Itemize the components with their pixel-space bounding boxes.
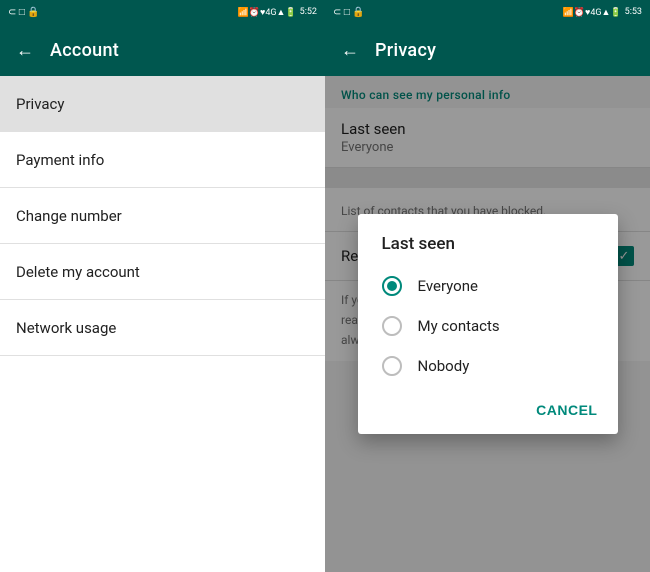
left-toolbar-title: Account (50, 40, 119, 61)
left-status-bar: ⊂ □ 🔒 📶⏰♥4G▲🔋 5:52 (0, 0, 325, 24)
right-status-time: 5:53 (625, 7, 642, 17)
left-status-icons: ⊂ □ 🔒 (8, 7, 40, 18)
left-status-right: 📶⏰♥4G▲🔋 5:52 (238, 7, 317, 18)
radio-option-my-contacts[interactable]: My contacts (358, 306, 618, 346)
right-toolbar-title: Privacy (375, 40, 436, 61)
right-back-button[interactable]: ← (341, 40, 359, 61)
menu-item-change-number[interactable]: Change number (0, 188, 325, 244)
menu-item-delete-account[interactable]: Delete my account (0, 244, 325, 300)
radio-everyone-label: Everyone (418, 277, 478, 295)
menu-item-payment-label: Payment info (16, 151, 104, 169)
dialog-actions: CANCEL (358, 386, 618, 434)
menu-item-change-number-label: Change number (16, 207, 122, 225)
dialog-title: Last seen (358, 214, 618, 266)
radio-my-contacts-label: My contacts (418, 317, 500, 335)
privacy-content: Who can see my personal info Last seen E… (325, 76, 650, 572)
right-status-bar: ⊂ □ 🔒 📶⏰♥4G▲🔋 5:53 (325, 0, 650, 24)
menu-item-network-usage-label: Network usage (16, 319, 116, 337)
right-status-network: 📶⏰♥4G▲🔋 (563, 7, 622, 18)
right-status-icons: ⊂ □ 🔒 (333, 7, 365, 18)
menu-item-privacy-label: Privacy (16, 95, 64, 113)
left-status-time: 5:52 (300, 7, 317, 17)
right-toolbar: ← Privacy (325, 24, 650, 76)
radio-nobody-label: Nobody (418, 357, 470, 375)
left-panel: ⊂ □ 🔒 📶⏰♥4G▲🔋 5:52 ← Account Privacy Pay… (0, 0, 325, 572)
menu-item-privacy[interactable]: Privacy (0, 76, 325, 132)
radio-everyone-inner (387, 281, 397, 291)
radio-option-nobody[interactable]: Nobody (358, 346, 618, 386)
right-status-right: 📶⏰♥4G▲🔋 5:53 (563, 7, 642, 18)
cancel-button[interactable]: CANCEL (524, 394, 609, 426)
radio-everyone-circle[interactable] (382, 276, 402, 296)
account-menu-list: Privacy Payment info Change number Delet… (0, 76, 325, 572)
left-status-left: ⊂ □ 🔒 (8, 7, 40, 18)
left-toolbar: ← Account (0, 24, 325, 76)
radio-option-everyone[interactable]: Everyone (358, 266, 618, 306)
last-seen-dialog: Last seen Everyone My contacts Nobody (358, 214, 618, 434)
menu-item-network-usage[interactable]: Network usage (0, 300, 325, 356)
right-status-left: ⊂ □ 🔒 (333, 7, 365, 18)
radio-my-contacts-circle[interactable] (382, 316, 402, 336)
menu-item-delete-account-label: Delete my account (16, 263, 140, 281)
radio-nobody-circle[interactable] (382, 356, 402, 376)
left-status-network: 📶⏰♥4G▲🔋 (238, 7, 297, 18)
menu-item-payment[interactable]: Payment info (0, 132, 325, 188)
dialog-overlay: Last seen Everyone My contacts Nobody (325, 76, 650, 572)
left-back-button[interactable]: ← (16, 40, 34, 61)
right-panel: ⊂ □ 🔒 📶⏰♥4G▲🔋 5:53 ← Privacy Who can see… (325, 0, 650, 572)
